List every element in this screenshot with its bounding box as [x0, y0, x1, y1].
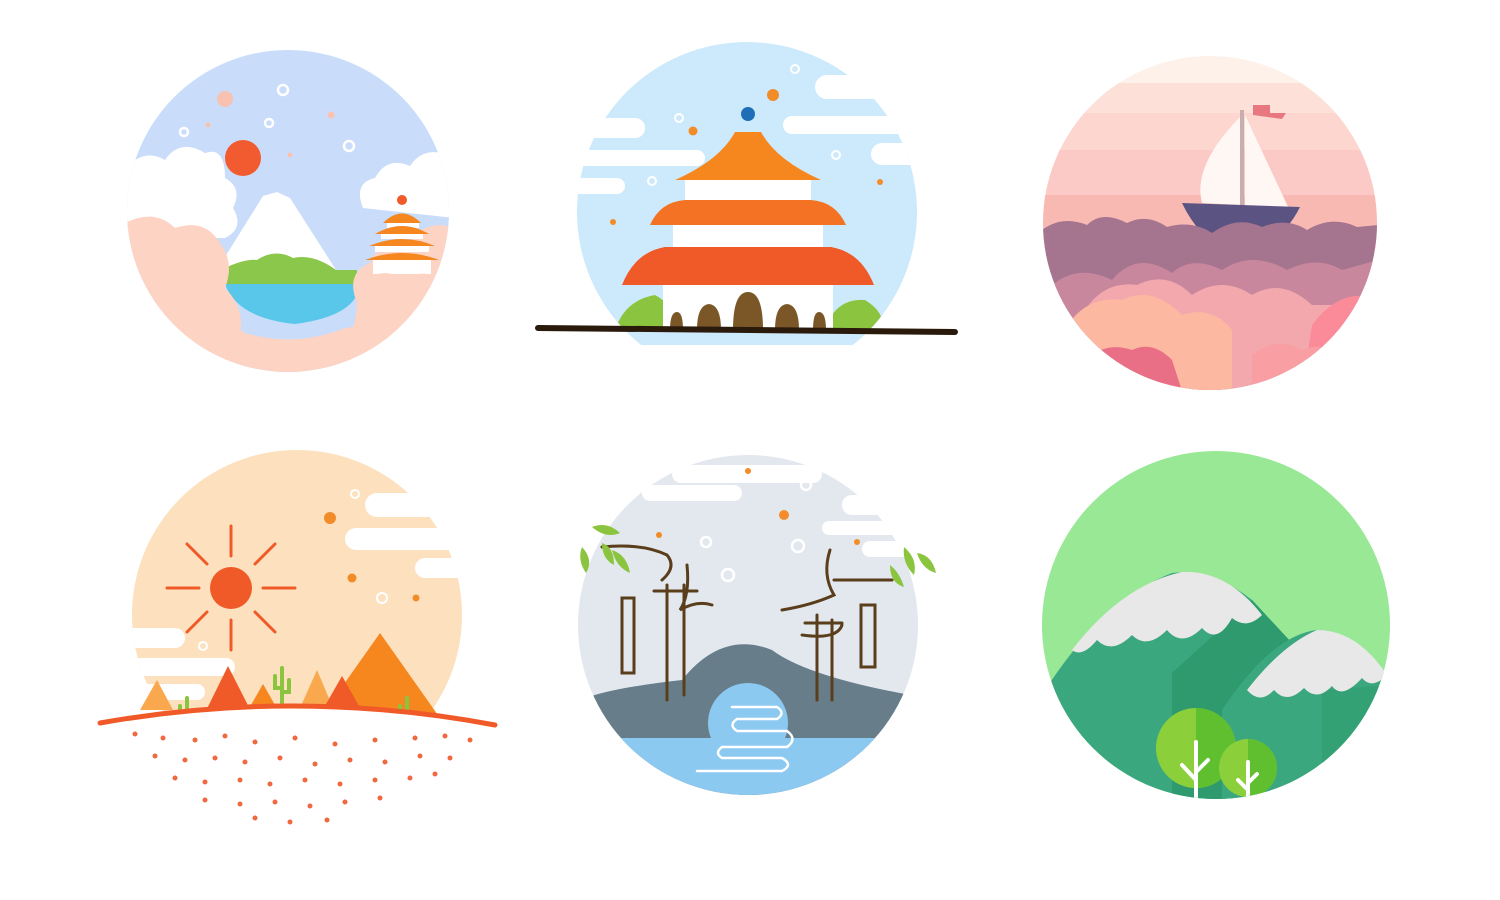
- fuji-mountain-lake-icon: [127, 50, 449, 372]
- snowy-mountains-forest-icon: [1042, 451, 1390, 799]
- illustration-garden: [572, 455, 940, 800]
- temple-of-heaven-icon: [535, 42, 958, 345]
- illustration-temple: [535, 40, 960, 345]
- ground-line: [535, 325, 958, 335]
- illustration-mountains: [1042, 450, 1392, 800]
- garden-bridge-icon: [578, 455, 936, 795]
- desert-pyramids-icon: [97, 450, 498, 825]
- illustration-fuji: [125, 48, 455, 378]
- illustration-desert: [95, 448, 505, 833]
- sailboat-on-clouds-icon: [1043, 56, 1377, 390]
- illustration-sailboat: [1042, 55, 1378, 391]
